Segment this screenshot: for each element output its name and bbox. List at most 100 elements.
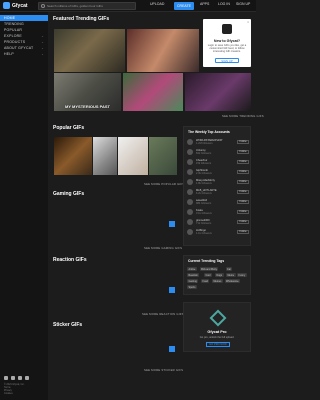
popup-body: Login to save GIFs you like, get a custo… <box>207 44 247 53</box>
follow-button[interactable]: Follow <box>237 229 249 234</box>
see-more-trending[interactable]: SEE MORE TRENDING GIFS <box>222 114 264 118</box>
follow-button[interactable]: Follow <box>237 189 249 194</box>
popup-signup-button[interactable]: SIGN UP <box>215 58 239 63</box>
gif-thumbnail[interactable]: MY MYSTERIOUS PAST <box>54 73 121 111</box>
top-bar: Gfycat Search millions of GIFs, golden h… <box>0 0 256 12</box>
account-row[interactable]: Missy-MacMorty 1.8k followers Follow <box>187 177 249 186</box>
legal-text: © 2021 Gfycat, Inc. Terms Privacy Cookie… <box>4 383 46 395</box>
apps-label: APPS <box>200 2 210 6</box>
avatar <box>187 188 193 195</box>
follow-button[interactable]: Follow <box>237 179 249 184</box>
follow-button[interactable]: Follow <box>237 199 249 204</box>
gif-thumbnail[interactable] <box>93 137 117 175</box>
trending-tag[interactable]: Rick and Morty <box>199 267 219 271</box>
account-row[interactable]: WORLDSTARHIPHOP 1.2M followers Follow <box>187 137 249 146</box>
gif-thumbnail[interactable] <box>185 73 251 111</box>
see-more-sticker[interactable]: SEE MORE STICKER GIFS <box>144 368 183 372</box>
account-row[interactable]: Koala 3.1k followers Follow <box>187 207 249 216</box>
follow-button[interactable]: Follow <box>237 149 249 154</box>
follow-button[interactable]: Follow <box>237 159 249 164</box>
create-button[interactable]: CREATE <box>174 2 194 10</box>
search-placeholder: Search millions of GIFs, golden hour GIF… <box>47 4 103 8</box>
account-info: gimme2000 712 followers <box>196 219 234 225</box>
gif-thumbnail[interactable] <box>149 137 177 175</box>
avatar <box>187 168 193 175</box>
account-row[interactable]: Cheezbur 15k followers Follow <box>187 157 249 166</box>
login-link[interactable]: LOG IN <box>218 2 230 6</box>
account-info: Giphbomb 2.3k followers <box>196 169 234 175</box>
trending-tags-title: Current Trending Tags <box>188 259 225 263</box>
account-info: Koala 3.1k followers <box>196 209 234 215</box>
account-followers: 1.8k followers <box>196 181 212 185</box>
sidebar-item-label: EXPLORE <box>4 34 22 38</box>
cookies-link[interactable]: Cookies <box>4 392 46 395</box>
gif-thumbnail[interactable] <box>54 29 125 72</box>
account-row[interactable]: Unfunny 842 followers Follow <box>187 147 249 156</box>
chevron-down-icon: ⌄ <box>41 46 44 50</box>
gif-caption: MY MYSTERIOUS PAST <box>65 104 110 109</box>
login-label: LOG IN <box>218 2 230 6</box>
avatar <box>187 138 193 145</box>
account-row[interactable]: sweetbird 984 followers Follow <box>187 197 249 206</box>
logo-text: Gfycat <box>12 2 28 9</box>
trending-tag[interactable]: Cool <box>204 273 212 277</box>
see-more-reaction[interactable]: SEE MORE REACTION GIFS <box>142 312 184 316</box>
trending-tag[interactable]: Memes <box>212 279 223 283</box>
trending-tag[interactable]: Anime <box>187 267 197 271</box>
trending-tag[interactable]: Wholesome <box>224 279 241 283</box>
sidebar-item-help[interactable]: HELP ⌄ <box>0 51 48 57</box>
follow-button[interactable]: Follow <box>237 139 249 144</box>
mail-icon[interactable] <box>25 376 29 380</box>
gif-thumbnail[interactable] <box>54 137 92 175</box>
loading-indicator <box>169 287 175 293</box>
trending-tag[interactable]: Cat <box>225 267 233 271</box>
trending-tag[interactable]: Food <box>201 279 210 283</box>
facebook-icon[interactable] <box>4 376 8 380</box>
trending-tag[interactable]: Sports <box>187 285 197 289</box>
gif-thumbnail[interactable] <box>123 73 183 111</box>
account-info: Unfunny 842 followers <box>196 149 234 155</box>
trending-tag[interactable]: Dogs <box>215 273 224 277</box>
trending-tag[interactable]: Reaction <box>187 273 200 277</box>
chevron-down-icon: ⌄ <box>41 52 44 56</box>
gif-thumbnail[interactable] <box>118 137 148 175</box>
account-followers: 6.2k followers <box>196 191 212 195</box>
follow-button[interactable]: Follow <box>237 219 249 224</box>
signup-label: SIGN UP <box>236 2 251 6</box>
gif-thumbnail[interactable] <box>127 29 199 72</box>
sidebar-item-label: ABOUT GFYCAT <box>4 46 34 50</box>
search-input[interactable]: Search millions of GIFs, golden hour GIF… <box>38 2 136 10</box>
trending-tag[interactable]: Funny <box>237 273 247 277</box>
upload-link[interactable]: UPLOAD <box>150 2 164 6</box>
follow-button[interactable]: Follow <box>237 169 249 174</box>
avatar <box>187 228 193 235</box>
signup-link[interactable]: SIGN UP <box>236 2 250 6</box>
sidebar-item-label: HELP <box>4 52 14 56</box>
social-links <box>4 376 46 380</box>
account-info: MLB_HOTLANTE 6.2k followers <box>196 189 234 195</box>
sidebar: HOME TRENDING POPULAR EXPLORE ⌄ PRODUCTS… <box>0 12 48 400</box>
account-row[interactable]: gimme2000 712 followers Follow <box>187 217 249 226</box>
account-row[interactable]: Hi-Bingo 1.1k followers Follow <box>187 227 249 236</box>
pro-body: Go pro, unlock the full upload. <box>199 336 235 339</box>
top-accounts-title: The Weekly Top Accounts <box>188 130 230 134</box>
avatar <box>187 178 193 185</box>
trending-tag[interactable]: Gaming <box>187 279 199 283</box>
account-followers: 712 followers <box>196 221 212 225</box>
see-more-popular[interactable]: SEE MORE POPULAR GIFS <box>144 182 184 186</box>
discord-icon[interactable] <box>18 376 22 380</box>
logo[interactable]: Gfycat <box>3 2 28 9</box>
loading-indicator <box>169 221 175 227</box>
go-pro-button[interactable]: GO PRO NOW <box>206 342 230 347</box>
account-followers: 1.1k followers <box>196 231 212 235</box>
trending-tag[interactable]: Meme <box>226 273 236 277</box>
popular-title: Popular GIFs <box>53 125 85 131</box>
popup-title: New to Gfycat? <box>213 39 241 43</box>
twitter-icon[interactable] <box>11 376 15 380</box>
see-more-gaming[interactable]: SEE MORE GAMING GIFS <box>144 246 182 250</box>
account-row[interactable]: Giphbomb 2.3k followers Follow <box>187 167 249 176</box>
follow-button[interactable]: Follow <box>237 209 249 214</box>
apps-link[interactable]: APPS <box>200 2 209 6</box>
account-row[interactable]: MLB_HOTLANTE 6.2k followers Follow <box>187 187 249 196</box>
close-icon[interactable]: × <box>247 20 249 24</box>
